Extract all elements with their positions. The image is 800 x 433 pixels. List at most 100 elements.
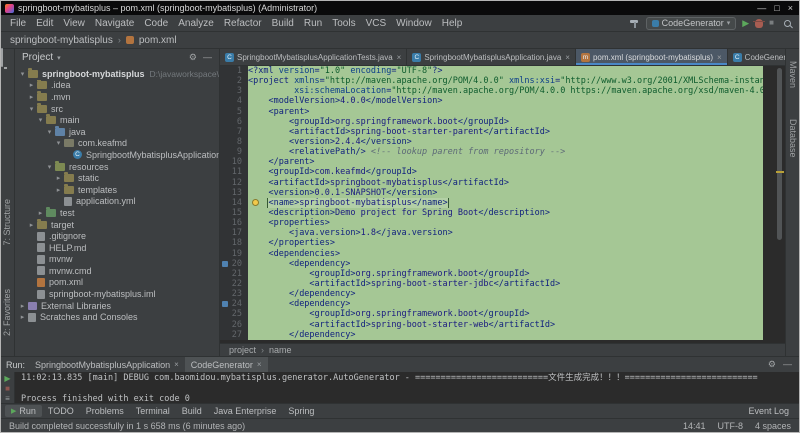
stop-icon[interactable]: ■ [5, 384, 10, 393]
run-tab-springbootmybatisplusapplication[interactable]: SpringbootMybatisplusApplication × [29, 357, 185, 372]
stripe-button-7-structure[interactable]: 7: Structure [2, 199, 12, 246]
code-text[interactable]: <java.version>1.8</java.version> [248, 228, 763, 239]
tree-item-mvnw-cmd[interactable]: mvnw.cmd [15, 265, 219, 277]
editor-tab-pom-xml-springboot-mybatisplus[interactable]: m pom.xml (springboot-mybatisplus) × [575, 49, 728, 65]
editor-scrollbar[interactable] [777, 68, 782, 240]
stripe-button-2-favorites[interactable]: 2: Favorites [2, 289, 12, 336]
line-number[interactable]: 1 [220, 66, 248, 77]
code-text[interactable]: <dependencies> [248, 248, 763, 259]
code-editor[interactable]: 1 <?xml version="1.0" encoding="UTF-8"?> 2… [220, 66, 785, 343]
line-number[interactable]: 25 [220, 309, 248, 320]
menu-item-build[interactable]: Build [267, 17, 299, 30]
editor-breadcrumb-project[interactable]: project [229, 345, 256, 355]
nav-crumb-springboot-mybatisplus[interactable]: springboot-mybatisplus [10, 35, 113, 46]
toolwindow-button-build[interactable]: Build [176, 405, 208, 417]
code-text[interactable]: <properties> [248, 218, 763, 229]
menu-item-help[interactable]: Help [437, 17, 468, 30]
menu-item-refactor[interactable]: Refactor [219, 17, 267, 30]
code-text[interactable]: </dependency> [248, 329, 763, 340]
code-text[interactable]: <dependency> [248, 258, 763, 269]
tree-item-springbootmybatisplusapplication[interactable]: C SpringbootMybatisplusApplication [15, 149, 219, 161]
menu-item-code[interactable]: Code [139, 17, 173, 30]
minimize-button[interactable]: — [757, 3, 766, 13]
stripe-button-maven[interactable]: Maven [788, 61, 798, 88]
line-number[interactable]: 4 [220, 96, 248, 107]
line-number[interactable]: 26 [220, 319, 248, 330]
tree-item-external-libraries[interactable]: ▸ External Libraries [15, 300, 219, 312]
menu-item-view[interactable]: View [58, 17, 90, 30]
tab-close-icon[interactable]: × [397, 53, 402, 62]
code-text[interactable]: <modelVersion>4.0.0</modelVersion> [248, 96, 763, 107]
editor-tab-springbootmybatisplusapplicationtests-java[interactable]: C SpringbootMybatisplusApplicationTests.j… [220, 49, 408, 65]
stripe-button-database[interactable]: Database [788, 119, 798, 158]
code-text[interactable]: <?xml version="1.0" encoding="UTF-8"?> [248, 66, 763, 77]
tree-item-help-md[interactable]: HELP.md [15, 242, 219, 254]
menu-item-run[interactable]: Run [299, 17, 327, 30]
line-number[interactable]: 15 [220, 207, 248, 219]
tree-expand-arrow-icon[interactable]: ▸ [18, 302, 27, 310]
tab-close-icon[interactable]: × [565, 53, 570, 62]
toolwindow-button-todo[interactable]: TODO [42, 405, 80, 417]
maximize-button[interactable]: □ [774, 3, 779, 13]
line-number[interactable]: 17 [220, 228, 248, 239]
gear-icon[interactable]: ⚙ [768, 359, 776, 370]
gear-icon[interactable]: ⚙ [189, 52, 197, 63]
editor-breadcrumb-name[interactable]: name [269, 345, 292, 355]
code-text[interactable]: <version>0.0.1-SNAPSHOT</version> [248, 187, 763, 198]
build-hammer-icon[interactable] [629, 18, 640, 29]
code-text[interactable]: </parent> [248, 157, 763, 168]
run-config-selector[interactable]: CodeGenerator ▾ [645, 16, 737, 30]
line-number[interactable]: 14 [220, 197, 248, 208]
run-console-output[interactable]: 11:02:13.835 [main] DEBUG com.baomidou.m… [15, 372, 799, 403]
tree-item-gitignore[interactable]: .gitignore [15, 230, 219, 242]
search-everywhere-icon[interactable] [784, 19, 791, 27]
line-number[interactable]: 22 [220, 278, 248, 290]
line-number[interactable]: 8 [220, 136, 248, 148]
tree-collapse-arrow-icon[interactable]: ▾ [27, 105, 36, 113]
menu-item-tools[interactable]: Tools [327, 17, 360, 30]
code-text[interactable]: </properties> [248, 238, 763, 249]
close-button[interactable]: × [788, 3, 793, 13]
hide-panel-icon[interactable]: — [203, 52, 212, 63]
chevron-down-icon[interactable]: ▾ [57, 54, 61, 62]
line-number[interactable]: 7 [220, 126, 248, 137]
status-widget-14-41[interactable]: 14:41 [683, 421, 706, 431]
toolwindow-button-problems[interactable]: Problems [80, 405, 130, 417]
code-text[interactable]: xsi:schemaLocation="http://maven.apache.… [248, 86, 763, 97]
code-text[interactable]: <dependency> [248, 299, 763, 310]
code-text[interactable]: <groupId>org.springframework.boot</group… [248, 309, 763, 320]
toolwindow-button-terminal[interactable]: Terminal [130, 405, 176, 417]
line-number[interactable]: 12 [220, 177, 248, 188]
toolwindow-button-spring[interactable]: Spring [282, 405, 320, 417]
run-button[interactable]: ▶ [742, 18, 749, 28]
tree-item-scratches-and-consoles[interactable]: ▸ Scratches and Consoles [15, 311, 219, 323]
tree-item-java[interactable]: ▾ java [15, 125, 219, 138]
line-number[interactable]: 18 [220, 238, 248, 249]
code-text[interactable]: <groupId>org.springframework.boot</group… [248, 116, 763, 127]
tree-collapse-arrow-icon[interactable]: ▾ [54, 139, 63, 147]
menu-item-navigate[interactable]: Navigate [90, 17, 139, 30]
tree-collapse-arrow-icon[interactable]: ▾ [45, 163, 54, 171]
code-text[interactable]: <name>springboot-mybatisplus</name> [248, 197, 763, 208]
tree-collapse-arrow-icon[interactable]: ▾ [18, 70, 27, 78]
menu-item-analyze[interactable]: Analyze [173, 17, 219, 30]
tree-item-springboot-mybatisplus[interactable]: ▾ springboot-mybatisplus D:\javaworkspace\… [15, 68, 219, 80]
line-number[interactable]: 11 [220, 167, 248, 178]
tree-item-pom-xml[interactable]: pom.xml [15, 277, 219, 289]
code-text[interactable]: <artifactId>spring-boot-starter-jdbc</ar… [248, 278, 763, 290]
tree-expand-arrow-icon[interactable]: ▸ [18, 313, 27, 321]
code-text[interactable]: <groupId>com.keafmd</groupId> [248, 167, 763, 178]
tree-item-com-keafmd[interactable]: ▾ com.keafmd [15, 138, 219, 150]
tree-item-main[interactable]: ▾ main [15, 114, 219, 126]
code-text[interactable]: <parent> [248, 106, 763, 117]
status-widget-utf-8[interactable]: UTF-8 [717, 421, 743, 431]
stop-button[interactable]: ■ [769, 19, 774, 27]
tree-item-src[interactable]: ▾ src [15, 102, 219, 115]
tree-collapse-arrow-icon[interactable]: ▾ [36, 116, 45, 124]
line-number[interactable]: 16 [220, 218, 248, 229]
line-number[interactable]: 6 [220, 116, 248, 127]
line-number[interactable]: 21 [220, 268, 248, 279]
code-text[interactable]: <artifactId>spring-boot-starter-web</art… [248, 319, 763, 330]
menu-item-edit[interactable]: Edit [31, 17, 58, 30]
menu-item-window[interactable]: Window [391, 17, 437, 30]
